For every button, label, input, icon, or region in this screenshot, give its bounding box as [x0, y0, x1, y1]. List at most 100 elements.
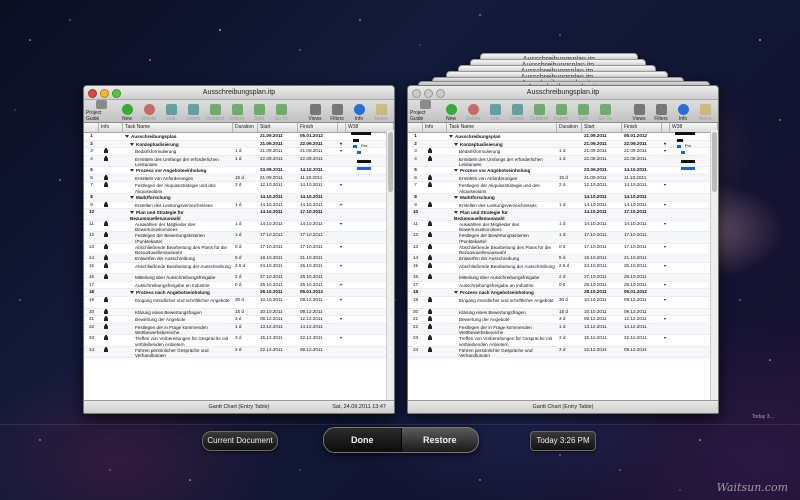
duration-cell[interactable] — [557, 194, 582, 201]
task-name[interactable]: Führen persönlicher Gespräche und Verhan… — [447, 347, 557, 358]
duration-cell[interactable]: 15 d — [557, 175, 582, 182]
start-cell[interactable]: 21.09.2011 — [582, 133, 622, 140]
task-name[interactable]: Erstellen des Leistungsverzeichnisses — [447, 202, 557, 209]
finish-cell[interactable]: 14.10.2011 — [298, 167, 338, 174]
duration-cell[interactable]: 2 d — [557, 274, 582, 281]
start-cell[interactable]: 22.12.2011 — [582, 347, 622, 358]
toolbar-go-to-button[interactable]: Go To — [270, 100, 292, 122]
finish-cell[interactable]: 12.12.2011 — [622, 316, 662, 323]
toolbar-delete-button[interactable]: Delete — [138, 100, 160, 122]
toolbar-project-guide-button[interactable]: Project Guide — [86, 100, 116, 122]
duration-cell[interactable] — [557, 289, 582, 296]
vertical-scrollbar[interactable] — [386, 130, 394, 401]
duration-cell[interactable]: 3 d — [233, 316, 258, 323]
duration-cell[interactable]: 0 d — [233, 282, 258, 289]
disclosure-triangle-icon[interactable] — [130, 169, 134, 173]
task-name[interactable]: Festlegen der Bewertungskriterien (Punkt… — [123, 232, 233, 243]
gantt-summary-bar[interactable] — [357, 160, 371, 163]
duration-cell[interactable] — [233, 133, 258, 140]
toolbar-filters-button[interactable]: Filters — [326, 100, 348, 122]
column-header-task-name[interactable]: Task Name — [447, 123, 557, 132]
gantt-summary-bar[interactable] — [681, 160, 695, 163]
task-name[interactable]: Bewertung der Angebote — [447, 316, 557, 323]
start-cell[interactable]: 15.12.2011 — [582, 335, 622, 346]
finish-cell[interactable]: 22.09.2011 — [298, 156, 338, 167]
task-name[interactable]: Plan und Strategie für Bezugsquellenausw… — [123, 209, 233, 220]
task-name[interactable]: Ermitteln von Anforderungen — [123, 175, 233, 182]
start-cell[interactable]: 17.10.2011 — [582, 232, 622, 243]
finish-cell[interactable]: 26.10.2011 — [622, 263, 662, 274]
duration-cell[interactable]: 1 d — [557, 202, 582, 209]
start-cell[interactable]: 10.10.2011 — [582, 297, 622, 308]
start-cell[interactable]: 22.12.2011 — [258, 347, 298, 358]
task-name[interactable]: Erstellen des Leistungsverzeichnisses — [123, 202, 233, 209]
start-cell[interactable]: 22.09.2011 — [258, 156, 298, 167]
finish-cell[interactable]: 05.01.2012 — [622, 289, 662, 296]
current-document-window[interactable]: Ausschreibungsplan.itp Project Guide New D… — [83, 85, 395, 414]
duration-cell[interactable]: 1 d — [557, 148, 582, 155]
duration-cell[interactable]: 15 d — [233, 175, 258, 182]
finish-cell[interactable]: 28.10.2011 — [298, 282, 338, 289]
task-name[interactable]: Ausschreibungsplan — [447, 133, 557, 140]
duration-cell[interactable] — [233, 209, 258, 220]
task-name[interactable]: Ermitteln des Umfangs der erforderlichen… — [123, 156, 233, 167]
duration-cell[interactable] — [233, 194, 258, 201]
start-cell[interactable]: 10.10.2011 — [258, 309, 298, 316]
duration-cell[interactable]: 1 d — [557, 324, 582, 335]
gantt-task-bar[interactable] — [681, 167, 695, 170]
gantt-summary-bar[interactable] — [675, 132, 695, 135]
task-name[interactable]: Prozess nach Angebotseinholung — [447, 289, 557, 296]
finish-cell[interactable]: 11.10.2011 — [622, 175, 662, 182]
start-cell[interactable]: 18.10.2011 — [258, 255, 298, 262]
start-cell[interactable]: 13.12.2011 — [582, 324, 622, 335]
finish-cell[interactable]: 12.12.2011 — [298, 316, 338, 323]
task-name[interactable]: Eingang mündlicher und schriftlicher Ang… — [123, 297, 233, 308]
toolbar-link-button[interactable]: Link — [160, 100, 182, 122]
task-name[interactable]: Marktforschung — [123, 194, 233, 201]
column-header-start[interactable]: Start — [582, 123, 622, 132]
start-cell[interactable]: 14.10.2011 — [258, 209, 298, 220]
finish-cell[interactable]: 17.10.2011 — [622, 244, 662, 255]
task-name[interactable]: Abschließende Bearbeitung der Ausschreib… — [447, 263, 557, 274]
duration-cell[interactable]: 1 d — [557, 232, 582, 243]
finish-cell[interactable]: 05.01.2012 — [298, 133, 338, 140]
start-cell[interactable]: 10.10.2011 — [582, 309, 622, 316]
finish-cell[interactable]: 22.12.2011 — [298, 335, 338, 346]
finish-cell[interactable]: 17.10.2011 — [298, 244, 338, 255]
duration-cell[interactable] — [557, 133, 582, 140]
task-name[interactable]: Bedarfsformulierung — [447, 148, 557, 155]
start-cell[interactable]: 27.10.2011 — [258, 274, 298, 281]
current-document-button[interactable]: Current Document — [202, 431, 278, 451]
finish-cell[interactable]: 14.10.2011 — [622, 167, 662, 174]
task-name[interactable]: Entwerfen der Ausschreibung — [123, 255, 233, 262]
duration-cell[interactable] — [557, 141, 582, 148]
task-name[interactable]: Auswählen der Mitglieder des Bewertungsk… — [123, 221, 233, 232]
finish-cell[interactable]: 14.10.2011 — [298, 182, 338, 193]
finish-cell[interactable]: 22.09.2011 — [298, 141, 338, 148]
task-name[interactable]: Prozess nach Angebotseinholung — [123, 289, 233, 296]
duration-cell[interactable]: 3 d — [557, 316, 582, 323]
start-cell[interactable]: 23.09.2011 — [258, 167, 298, 174]
toolbar-go-to-button[interactable]: Go To — [594, 100, 616, 122]
finish-cell[interactable]: 14.10.2011 — [622, 194, 662, 201]
disclosure-triangle-icon[interactable] — [130, 195, 134, 199]
toolbar-new-button[interactable]: New — [116, 100, 138, 122]
finish-cell[interactable]: 26.10.2011 — [298, 263, 338, 274]
task-name[interactable]: Festlegen der in Frage kommenden Wettbew… — [123, 324, 233, 335]
column-header-finish[interactable]: Finish — [622, 123, 662, 132]
start-cell[interactable]: 14.10.2011 — [582, 202, 622, 209]
task-name[interactable]: Ermitteln des Umfangs der erforderlichen… — [447, 156, 557, 167]
duration-cell[interactable]: 3 d — [233, 335, 258, 346]
task-name[interactable]: Ausschreibungsfreigabe an Industrie — [447, 282, 557, 289]
duration-cell[interactable]: 1 d — [233, 324, 258, 335]
duration-cell[interactable] — [233, 167, 258, 174]
finish-cell[interactable]: 14.10.2011 — [298, 202, 338, 209]
disclosure-triangle-icon[interactable] — [449, 135, 453, 138]
toolbar-split-button[interactable]: Split — [248, 100, 270, 122]
task-name[interactable]: Festlegen der Akquisestrategie und des A… — [123, 182, 233, 193]
task-name[interactable]: Mitteilung über Ausschreibungsfreigabe — [447, 274, 557, 281]
column-header-info[interactable]: Info — [99, 123, 123, 132]
duration-cell[interactable]: 5 d — [557, 255, 582, 262]
duration-cell[interactable]: 2 d — [557, 347, 582, 358]
duration-cell[interactable]: 2.5 d — [233, 263, 258, 274]
